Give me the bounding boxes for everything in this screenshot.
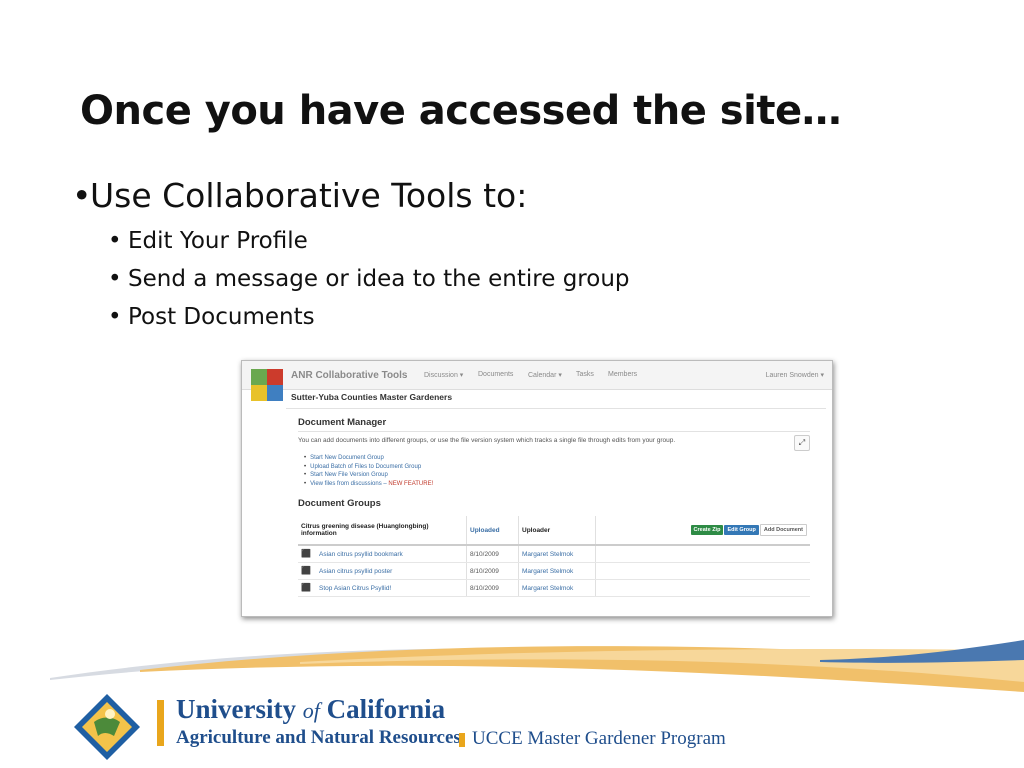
main-bullet: •Use Collaborative Tools to: (72, 176, 527, 215)
uploader-column-header: Uploader (518, 516, 596, 546)
embedded-screenshot: ANR Collaborative Tools Discussion ▾ Doc… (241, 360, 833, 617)
user-menu[interactable]: Lauren Snowden ▾ (766, 371, 824, 379)
anr-subtitle: Agriculture and Natural Resources (176, 727, 461, 748)
uploader-link[interactable]: Margaret Stelmok (518, 545, 596, 563)
link-file-version-group[interactable]: Start New File Version Group (310, 471, 433, 480)
program-accent-bar (459, 733, 465, 747)
nav-discussion[interactable]: Discussion ▾ (424, 371, 463, 379)
uploader-link[interactable]: Margaret Stelmok (518, 562, 596, 580)
document-group-table: Citrus greening disease (Huanglongbing) … (298, 516, 810, 597)
link-start-document-group[interactable]: Start New Document Group (310, 454, 433, 463)
nav-calendar[interactable]: Calendar ▾ (528, 371, 562, 379)
divider (298, 431, 810, 432)
upload-date: 8/10/2009 (466, 545, 519, 563)
pdf-icon: ⬛ (301, 583, 311, 592)
table-row: ⬛ Asian citrus psyllid bookmark 8/10/2009… (298, 545, 810, 563)
pdf-icon: ⬛ (301, 549, 311, 558)
main-bullet-text: Use Collaborative Tools to: (90, 176, 528, 215)
edit-group-button[interactable]: Edit Group (724, 525, 759, 535)
slide-title: Once you have accessed the site… (80, 88, 842, 134)
link-view-discussion-files[interactable]: View files from discussions – NEW FEATUR… (310, 480, 433, 489)
document-groups-heading: Document Groups (298, 498, 381, 509)
program-name: UCCE Master Gardener Program (472, 728, 726, 749)
sub-bullet: • Post Documents (108, 304, 315, 330)
nav-documents[interactable]: Documents (478, 371, 513, 378)
pdf-icon: ⬛ (301, 566, 311, 575)
document-actions-list: Start New Document Group Upload Batch of… (310, 454, 433, 488)
uploaded-column-header[interactable]: Uploaded (466, 516, 519, 546)
table-row: ⬛ Asian citrus psyllid poster 8/10/2009 M… (298, 562, 810, 580)
document-link[interactable]: Asian citrus psyllid bookmark (319, 551, 403, 558)
uc-accent-bar (157, 700, 164, 746)
app-name[interactable]: ANR Collaborative Tools (291, 370, 408, 381)
document-manager-description: You can add documents into different gro… (298, 437, 676, 444)
uc-anr-logo-icon (74, 694, 140, 760)
uc-name: University of California (176, 694, 446, 724)
upload-date: 8/10/2009 (466, 579, 519, 597)
anr-puzzle-logo-icon (251, 369, 285, 403)
table-row: ⬛ Stop Asian Citrus Psyllid! 8/10/2009 Ma… (298, 579, 810, 597)
create-zip-button[interactable]: Create Zip (690, 525, 724, 535)
bullet-dot: • (72, 176, 92, 215)
sub-bullet: • Send a message or idea to the entire gr… (108, 266, 630, 292)
sub-bullet-list: • Edit Your Profile • Send a message or id… (108, 224, 630, 338)
new-feature-label: NEW FEATURE! (388, 480, 434, 487)
nav-members[interactable]: Members (608, 371, 637, 378)
group-name: Sutter-Yuba Counties Master Gardeners (291, 392, 453, 402)
document-link[interactable]: Asian citrus psyllid poster (319, 568, 392, 575)
document-manager-heading: Document Manager (298, 417, 387, 428)
nav-tasks[interactable]: Tasks (576, 371, 594, 378)
expand-icon[interactable]: ⤢ (794, 435, 810, 451)
uploader-link[interactable]: Margaret Stelmok (518, 579, 596, 597)
document-link[interactable]: Stop Asian Citrus Psyllid! (319, 585, 391, 592)
add-document-button[interactable]: Add Document (759, 524, 807, 536)
link-upload-batch[interactable]: Upload Batch of Files to Document Group (310, 463, 433, 472)
upload-date: 8/10/2009 (466, 562, 519, 580)
sub-bullet: • Edit Your Profile (108, 228, 308, 254)
decorative-swoosh (50, 640, 1024, 692)
group-title-header: Citrus greening disease (Huanglongbing) … (298, 516, 467, 546)
divider (286, 408, 826, 409)
group-actions: Create Zip Edit Group Add Document (595, 516, 810, 546)
